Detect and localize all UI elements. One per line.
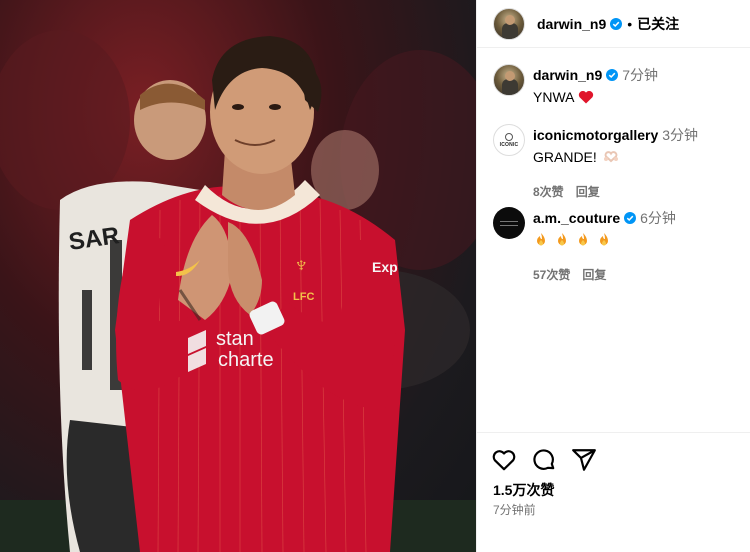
comment-icon[interactable]: [531, 447, 557, 473]
post-like-count[interactable]: 1.5万次赞: [493, 480, 554, 500]
verified-badge-icon: [606, 69, 619, 81]
commenter-avatar[interactable]: ICONIC: [493, 124, 525, 156]
share-send-icon[interactable]: [571, 447, 597, 473]
fire-icon: [558, 233, 566, 246]
crest-text: LFC: [293, 291, 314, 303]
player-photo-illustration: SAR ♆ LFC stan charte Exp: [0, 30, 476, 552]
sponsor-text-line-1: stan: [216, 328, 254, 350]
caption: darwin_n9 7分钟 YNWA: [493, 64, 743, 105]
post-photo[interactable]: SAR ♆ LFC stan charte Exp: [0, 0, 476, 552]
comment-like-count[interactable]: 8次赞: [533, 185, 564, 199]
post-actions: 1.5万次赞 7分钟前: [477, 432, 750, 552]
post-sidebar: darwin_n9 • 已关注 darwin_n9 7分钟 YNWA ICONI…: [476, 0, 750, 552]
like-heart-icon[interactable]: [491, 447, 517, 473]
commenter-avatar[interactable]: [493, 207, 525, 239]
following-button[interactable]: 已关注: [637, 14, 679, 34]
comment-like-count[interactable]: 57次赞: [533, 268, 570, 282]
comment-text: GRANDE!: [533, 149, 597, 165]
author-username[interactable]: darwin_n9: [537, 16, 606, 32]
verified-badge-icon: [610, 17, 623, 30]
comment-item: a.m._couture 6分钟 57次赞 回复: [493, 207, 743, 283]
post-timestamp[interactable]: 7分钟前: [493, 501, 536, 518]
reply-button[interactable]: 回复: [576, 185, 600, 199]
comment-text-fire-emojis: [533, 232, 676, 248]
caption-avatar[interactable]: [493, 64, 525, 96]
crest-bird-icon: ♆: [293, 252, 310, 277]
reply-button[interactable]: 回复: [582, 268, 606, 282]
verified-badge-icon: [624, 212, 637, 224]
iconic-logo-icon: [505, 132, 513, 141]
separator-dot: •: [627, 15, 633, 32]
fire-icon: [600, 233, 608, 246]
caption-time[interactable]: 7分钟: [622, 65, 658, 85]
avatar-logo-text: ICONIC: [499, 141, 519, 148]
caption-username[interactable]: darwin_n9: [533, 67, 602, 83]
comment-item: ICONIC iconicmotorgallery 3分钟 GRANDE! 8次…: [493, 124, 743, 200]
caption-text: YNWA: [533, 89, 575, 105]
sleeve-sponsor: Exp: [372, 259, 398, 275]
fire-icon: [579, 233, 587, 246]
heart-hands-icon: [603, 151, 618, 163]
comment-time[interactable]: 6分钟: [640, 208, 676, 228]
sponsor-text-line-2: charte: [218, 349, 274, 371]
fire-icon: [537, 233, 545, 246]
post-header: darwin_n9 • 已关注: [477, 0, 750, 48]
comment-username[interactable]: iconicmotorgallery: [533, 127, 658, 143]
author-avatar[interactable]: [493, 7, 525, 40]
comment-username[interactable]: a.m._couture: [533, 210, 620, 226]
comment-time[interactable]: 3分钟: [662, 125, 698, 145]
red-heart-icon: [579, 90, 594, 104]
